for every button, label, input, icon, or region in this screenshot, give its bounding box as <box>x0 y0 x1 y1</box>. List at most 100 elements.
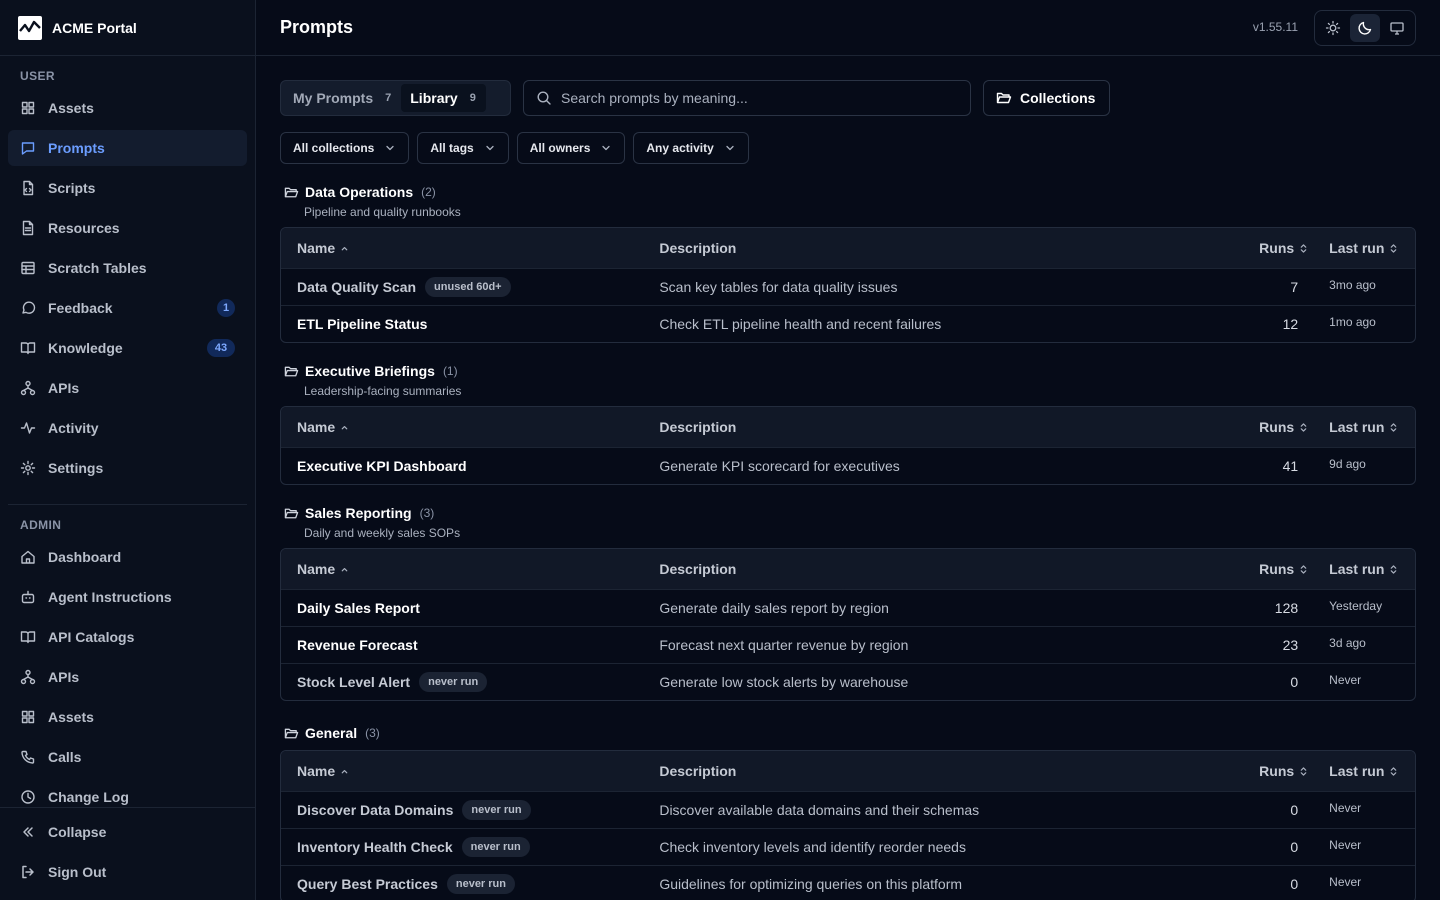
sidebar-item-feedback[interactable]: Feedback 1 <box>8 290 247 326</box>
tab-label: Library <box>410 90 458 106</box>
prompt-name[interactable]: Data Quality Scan <box>297 279 416 295</box>
filter-all-tags[interactable]: All tags <box>417 132 509 164</box>
gear-icon <box>20 460 36 476</box>
sidebar-item-label: Feedback <box>48 300 113 316</box>
table-row[interactable]: ETL Pipeline Status Check ETL pipeline he… <box>281 305 1415 342</box>
table-row[interactable]: Data Quality Scan unused 60d+ Scan key tab… <box>281 268 1415 305</box>
sidebar-item-knowledge[interactable]: Knowledge 43 <box>8 330 247 366</box>
prompt-name[interactable]: Daily Sales Report <box>297 600 420 616</box>
brand-name: ACME Portal <box>52 19 137 36</box>
table-row[interactable]: Discover Data Domains never run Discover a… <box>281 791 1415 828</box>
sidebar-item-activity[interactable]: Activity <box>8 410 247 446</box>
sidebar-item-label: Resources <box>48 220 120 236</box>
book-open-icon <box>20 629 36 645</box>
column-runs-header[interactable]: Runs <box>1238 763 1314 779</box>
table-row[interactable]: Daily Sales Report Generate daily sales r… <box>281 589 1415 626</box>
filter-all-owners[interactable]: All owners <box>516 132 626 164</box>
prompt-name[interactable]: Revenue Forecast <box>297 637 418 653</box>
collection-description: Pipeline and quality runbooks <box>304 205 461 219</box>
column-label: Runs <box>1259 240 1295 256</box>
prompt-last-run: Yesterday <box>1329 599 1383 613</box>
status-badge: never run <box>446 874 515 894</box>
sidebar-item-api-catalogs[interactable]: API Catalogs <box>8 619 247 655</box>
prompt-name[interactable]: Stock Level Alert <box>297 674 410 690</box>
status-badge: never run <box>419 672 488 692</box>
sidebar-item-resources[interactable]: Resources <box>8 210 247 246</box>
topbar: Prompts v1.55.11 <box>256 0 1440 56</box>
collapse-button[interactable]: Collapse <box>8 814 247 850</box>
sidebar-item-label: APIs <box>48 380 80 396</box>
sidebar-item-scripts[interactable]: Scripts <box>8 170 247 206</box>
sidebar-item-assets[interactable]: Assets <box>8 90 247 126</box>
column-label: Description <box>659 419 737 435</box>
sidebar-item-assets[interactable]: Assets <box>8 699 247 735</box>
column-runs-header[interactable]: Runs <box>1238 419 1314 435</box>
column-last-run-header[interactable]: Last run <box>1314 240 1415 256</box>
sidebar-item-dashboard[interactable]: Dashboard <box>8 539 247 575</box>
filter-all-collections[interactable]: All collections <box>280 132 410 164</box>
column-last-run-header[interactable]: Last run <box>1314 763 1415 779</box>
prompt-name[interactable]: ETL Pipeline Status <box>297 316 427 332</box>
prompt-name[interactable]: Inventory Health Check <box>297 839 453 855</box>
column-runs-header[interactable]: Runs <box>1238 561 1314 577</box>
sidebar-footer: Collapse Sign Out <box>0 807 255 900</box>
sort-icon <box>1299 243 1308 254</box>
theme-dark-button[interactable] <box>1350 14 1380 42</box>
collection-header[interactable]: Executive Briefings (1) <box>280 361 1416 381</box>
prompt-last-run: Never <box>1329 673 1362 687</box>
table-row[interactable]: Query Best Practices never run Guidelines … <box>281 865 1415 900</box>
filter-label: All tags <box>430 141 474 155</box>
bot-icon <box>20 589 36 605</box>
status-badge: never run <box>462 800 531 820</box>
collection-data-operations: Data Operations (2) Pipeline and quality r… <box>280 182 1416 343</box>
column-name-header[interactable]: Name <box>281 240 659 256</box>
prompt-name[interactable]: Executive KPI Dashboard <box>297 458 467 474</box>
filter-any-activity[interactable]: Any activity <box>633 132 749 164</box>
collection-header[interactable]: Data Operations (2) <box>280 182 1416 202</box>
column-last-run-header[interactable]: Last run <box>1314 561 1415 577</box>
prompt-runs: 128 <box>1274 600 1299 616</box>
sort-asc-icon <box>340 767 349 776</box>
collection-count: (3) <box>365 726 380 740</box>
table-row[interactable]: Executive KPI Dashboard Generate KPI scor… <box>281 447 1415 484</box>
status-badge: unused 60d+ <box>425 277 511 297</box>
sort-icon <box>1389 564 1398 575</box>
brand: ACME Portal <box>0 0 255 56</box>
theme-light-button[interactable] <box>1318 14 1348 42</box>
column-name-header[interactable]: Name <box>281 763 659 779</box>
column-runs-header[interactable]: Runs <box>1238 240 1314 256</box>
sidebar-item-calls[interactable]: Calls <box>8 739 247 775</box>
sidebar-item-agent-instructions[interactable]: Agent Instructions <box>8 579 247 615</box>
theme-system-button[interactable] <box>1382 14 1412 42</box>
prompt-last-run: Never <box>1329 801 1362 815</box>
collections-button[interactable]: Collections <box>983 80 1111 116</box>
sidebar-item-scratch-tables[interactable]: Scratch Tables <box>8 250 247 286</box>
sidebar-item-settings[interactable]: Settings <box>8 450 247 486</box>
message-circle-icon <box>20 300 36 316</box>
table-row[interactable]: Stock Level Alert never run Generate low s… <box>281 663 1415 700</box>
table-row[interactable]: Inventory Health Check never run Check inv… <box>281 828 1415 865</box>
column-last-run-header[interactable]: Last run <box>1314 419 1415 435</box>
collection-header[interactable]: Sales Reporting (3) <box>280 503 1416 523</box>
prompt-runs: 12 <box>1282 316 1299 332</box>
table-header-row: Name Description Runs Last run <box>281 228 1415 268</box>
sidebar-item-prompts[interactable]: Prompts <box>8 130 247 166</box>
search-input[interactable] <box>561 90 951 106</box>
tab-count: 7 <box>385 92 392 104</box>
prompt-name[interactable]: Query Best Practices <box>297 876 438 892</box>
chevron-down-icon <box>600 142 612 154</box>
folder-icon <box>284 726 299 741</box>
column-name-header[interactable]: Name <box>281 419 659 435</box>
column-name-header[interactable]: Name <box>281 561 659 577</box>
sidebar-item-apis[interactable]: APIs <box>8 370 247 406</box>
version-label: v1.55.11 <box>1252 20 1298 34</box>
sign-out-button[interactable]: Sign Out <box>8 854 247 890</box>
table-row[interactable]: Revenue Forecast Forecast next quarter re… <box>281 626 1415 663</box>
sidebar-item-apis[interactable]: APIs <box>8 659 247 695</box>
chevrons-left-icon <box>20 824 36 840</box>
sidebar-item-label: Scratch Tables <box>48 260 147 276</box>
tab-my-prompts[interactable]: My Prompts 7 <box>284 84 401 112</box>
collection-header[interactable]: General (3) <box>280 723 1416 743</box>
prompt-name[interactable]: Discover Data Domains <box>297 802 453 818</box>
tab-library[interactable]: Library 9 <box>401 84 486 112</box>
